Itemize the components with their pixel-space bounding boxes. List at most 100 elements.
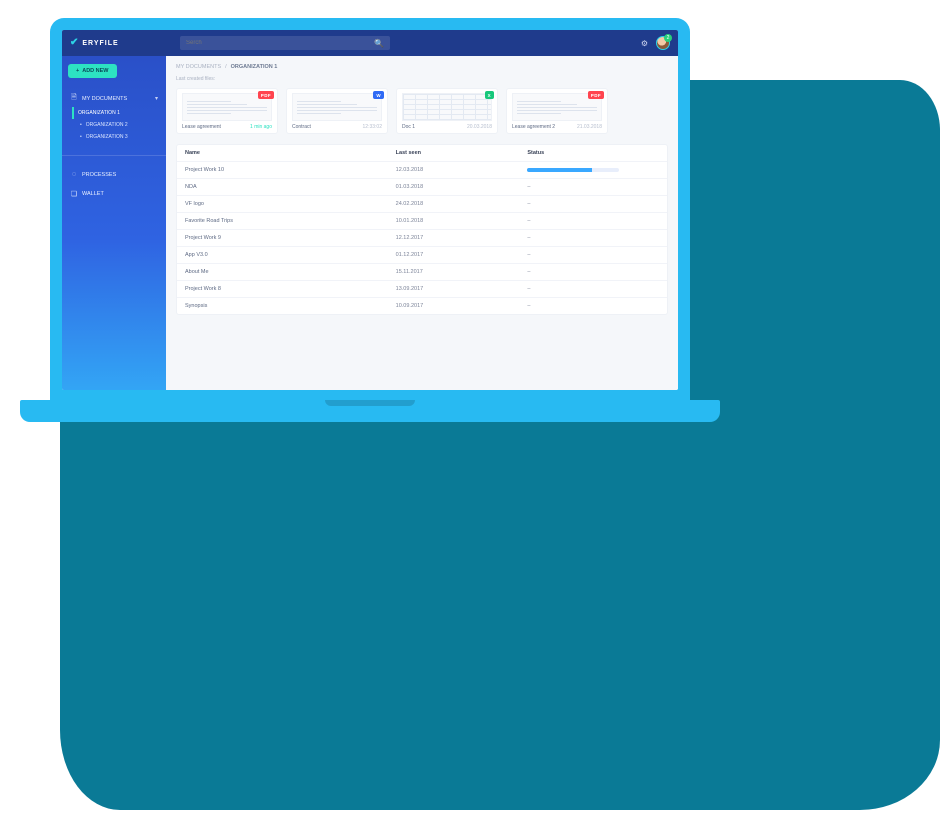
cell-last-seen: 01.03.2018 [396,184,528,190]
plus-icon: + [76,68,79,74]
cell-name: Project Work 9 [185,235,396,241]
file-card[interactable]: W Contract 12:33:02 [286,88,388,134]
sidebar: + ADD NEW 🗎 MY DOCUMENTS ▾ ORGANIZATION … [62,56,166,390]
file-name: Contract [292,124,311,130]
gear-icon[interactable]: ⚙ [641,39,648,48]
file-thumb: X [402,93,492,121]
cell-last-seen: 12.12.2017 [396,235,528,241]
cell-status: – [527,218,659,224]
table-row[interactable]: Synopsis10.09.2017– [177,298,667,314]
app-body: + ADD NEW 🗎 MY DOCUMENTS ▾ ORGANIZATION … [62,56,678,390]
file-card[interactable]: PDF Lease agreement 1 min ago [176,88,278,134]
sidebar-sublist-orgs: ORGANIZATION 1 • ORGANIZATION 2 • ORGANI… [68,107,160,143]
nav-section-documents: 🗎 MY DOCUMENTS ▾ ORGANIZATION 1 • ORGANI… [68,90,160,143]
table-row[interactable]: NDA01.03.2018– [177,179,667,196]
file-card[interactable]: PDF Lease agreement 2 21.03.2018 [506,88,608,134]
table-row[interactable]: Project Work 1012.03.2018 [177,162,667,179]
files-table: Name Last seen Status Project Work 1012.… [176,144,668,315]
file-date: 21.03.2018 [577,124,602,130]
table-row[interactable]: App V3.001.12.2017– [177,247,667,264]
table-row[interactable]: Favorite Road Trips10.01.2018– [177,213,667,230]
main-content: MY DOCUMENTS / ORGANIZATION 1 Last creat… [166,56,678,390]
processes-icon: ◌ [70,171,78,178]
file-name: Lease agreement 2 [512,124,555,130]
cell-status: – [527,235,659,241]
cell-status: – [527,286,659,292]
cell-last-seen: 01.12.2017 [396,252,528,258]
file-thumb: W [292,93,382,121]
col-header-name: Name [185,150,396,156]
cell-status: – [527,269,659,275]
cell-last-seen: 13.09.2017 [396,286,528,292]
logo-check-icon: ✔ [70,38,79,48]
file-type-badge: PDF [588,91,604,99]
cell-status: – [527,201,659,207]
laptop-base [20,400,720,422]
sidebar-item-org-3[interactable]: • ORGANIZATION 3 [78,131,160,143]
table-row[interactable]: Project Work 912.12.2017– [177,230,667,247]
sidebar-item-wallet[interactable]: ❏ WALLET [68,187,160,201]
chevron-down-icon: ▾ [155,95,158,102]
table-row[interactable]: About Me15.11.2017– [177,264,667,281]
sidebar-item-label: ORGANIZATION 1 [78,110,120,116]
progress-bar [527,168,619,172]
file-cards-row: PDF Lease agreement 1 min ago W Contract 12:3… [176,88,668,134]
breadcrumb-parent[interactable]: MY DOCUMENTS [176,64,221,70]
file-thumb: PDF [182,93,272,121]
brand-logo[interactable]: ✔ ERYFILE [70,38,166,48]
cell-name: About Me [185,269,396,275]
table-row[interactable]: Project Work 813.09.2017– [177,281,667,298]
breadcrumb-current: ORGANIZATION 1 [231,64,278,70]
cell-status: – [527,184,659,190]
search-input[interactable] [186,40,374,46]
col-header-last-seen: Last seen [396,150,528,156]
sidebar-item-label: MY DOCUMENTS [82,96,127,102]
sidebar-item-label: WALLET [82,191,104,197]
table-header-row: Name Last seen Status [177,145,667,162]
cell-name: Project Work 10 [185,167,396,173]
cell-last-seen: 15.11.2017 [396,269,528,275]
app-screen: ✔ ERYFILE 🔍 ⚙ 2 [62,30,678,390]
cell-status [527,168,659,172]
topbar-right: ⚙ 2 [641,36,670,50]
sidebar-item-org-2[interactable]: • ORGANIZATION 2 [78,119,160,131]
file-meta: Lease agreement 2 21.03.2018 [512,124,602,130]
topbar: ✔ ERYFILE 🔍 ⚙ 2 [62,30,678,56]
laptop-frame: ✔ ERYFILE 🔍 ⚙ 2 [50,18,690,400]
search-field-wrap[interactable]: 🔍 [180,36,390,50]
cell-last-seen: 10.01.2018 [396,218,528,224]
file-name: Lease agreement [182,124,221,130]
add-new-button[interactable]: + ADD NEW [68,64,117,78]
sidebar-item-label: ORGANIZATION 3 [86,134,128,140]
sidebar-item-label: ORGANIZATION 2 [86,122,128,128]
table-row[interactable]: VF logo24.02.2018– [177,196,667,213]
cell-last-seen: 10.09.2017 [396,303,528,309]
sidebar-item-org-1[interactable]: ORGANIZATION 1 [72,107,160,119]
cell-last-seen: 24.02.2018 [396,201,528,207]
sidebar-item-processes[interactable]: ◌ PROCESSES [68,168,160,181]
search-icon: 🔍 [374,39,384,48]
file-date: 1 min ago [250,124,272,130]
file-type-badge: PDF [258,91,274,99]
file-meta: Lease agreement 1 min ago [182,124,272,130]
wallet-icon: ❏ [70,190,78,198]
nav-divider [62,155,166,156]
brand-name: ERYFILE [82,40,118,47]
sidebar-item-my-documents[interactable]: 🗎 MY DOCUMENTS ▾ [68,90,160,107]
file-card[interactable]: X Doc 120.03.2018 [396,88,498,134]
cell-status: – [527,303,659,309]
cell-name: Project Work 8 [185,286,396,292]
cell-name: App V3.0 [185,252,396,258]
breadcrumb: MY DOCUMENTS / ORGANIZATION 1 [176,64,668,70]
cell-name: Favorite Road Trips [185,218,396,224]
add-new-label: ADD NEW [82,68,108,74]
file-name: Doc 1 [402,124,415,130]
cell-name: NDA [185,184,396,190]
file-meta: Doc 120.03.2018 [402,124,492,130]
cell-name: VF logo [185,201,396,207]
file-meta: Contract 12:33:02 [292,124,382,130]
avatar[interactable]: 2 [656,36,670,50]
cell-status: – [527,252,659,258]
cell-name: Synopsis [185,303,396,309]
file-date: 12:33:02 [363,124,382,130]
